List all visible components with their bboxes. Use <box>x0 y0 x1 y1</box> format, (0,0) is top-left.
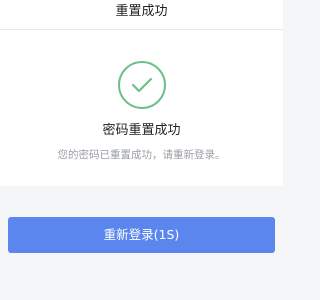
result-title: 密码重置成功 <box>102 123 181 138</box>
relogin-button[interactable]: 重新登录(1S) <box>8 217 275 253</box>
top-bar: 重置成功 <box>0 0 283 30</box>
result-card: 密码重置成功 您的密码已重置成功，请重新登录。 <box>0 30 283 186</box>
result-description: 您的密码已重置成功，请重新登录。 <box>57 149 226 161</box>
page-title: 重置成功 <box>115 4 168 19</box>
check-circle-icon <box>118 61 166 109</box>
